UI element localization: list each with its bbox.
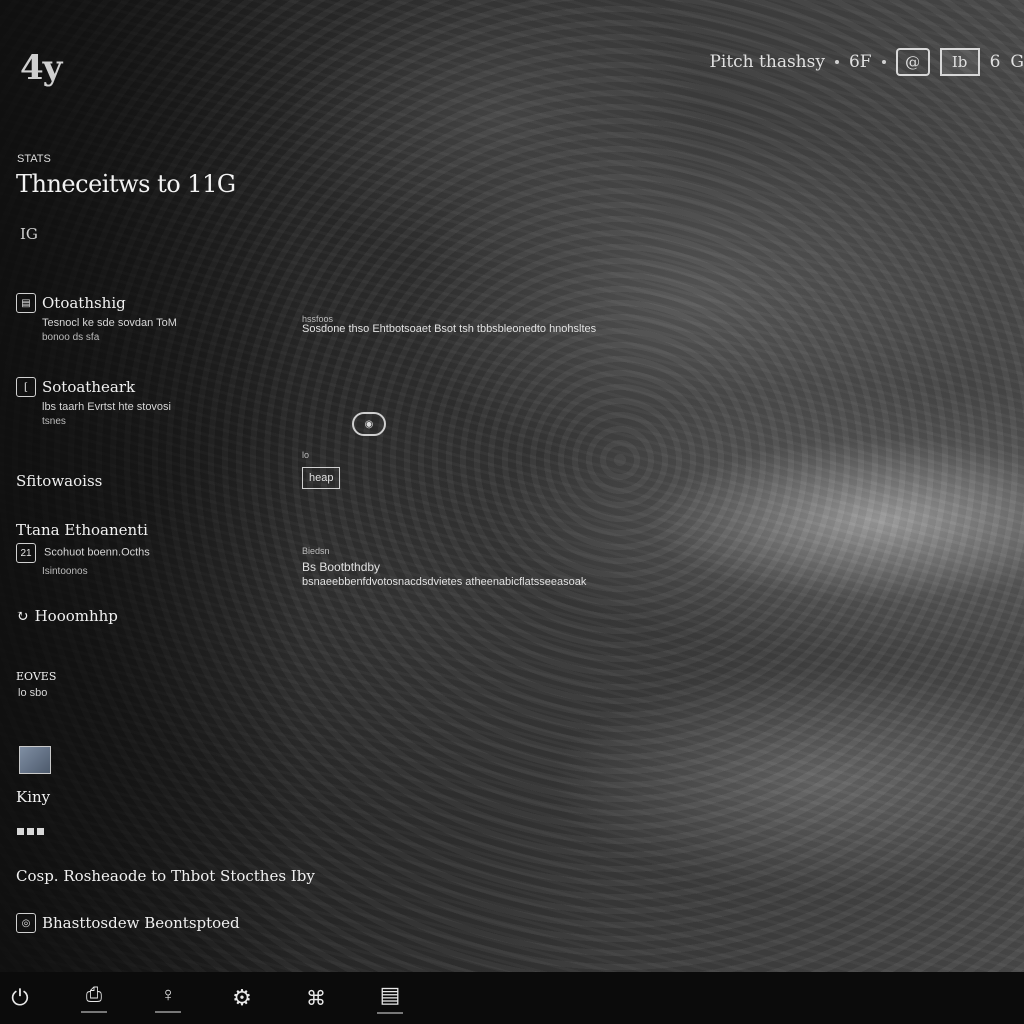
page-title: Thneceitws to 11G — [16, 170, 236, 198]
sidebar-item-title: Ttana Ethoanenti — [16, 521, 148, 539]
sidebar-item-2[interactable]: [ Sotoatheark lbs taarh Evrtst hte stovo… — [16, 377, 171, 427]
sidebar-item-6[interactable]: EOVES lo sbo — [16, 670, 56, 699]
toggle-icon[interactable]: ◉ — [352, 412, 386, 436]
bulb-icon[interactable]: ♀ — [148, 978, 188, 1018]
sidebar-item-line: bonoo ds sfa — [42, 332, 100, 343]
calendar-icon[interactable]: Ib — [939, 48, 980, 76]
sidebar-item-line: Isintoonos — [42, 566, 88, 577]
heap-button[interactable]: heap — [302, 467, 341, 489]
app-logo[interactable]: 4y — [20, 48, 62, 88]
globe-icon: ◎ — [16, 913, 36, 933]
center-block-text: bsnaeebbenfdvotosnacdsdvietes atheenabic… — [302, 576, 587, 588]
sidebar-item-3[interactable]: Sfitowaoiss — [16, 472, 102, 490]
sidebar-item-title: Sfitowaoiss — [16, 472, 103, 490]
sidebar-footer-line: Cosp. Rosheaode to Thbot Stocthes Iby — [16, 867, 315, 885]
top-toolbar: Pitch thashsy 6F @ Ib 6 G — [709, 48, 1024, 76]
notification-icon[interactable]: 6 — [990, 52, 1001, 72]
sidebar-item-line: Scohuot boenn.Ocths — [44, 546, 150, 559]
center-block-text: Sosdone thso Ehtbotsoaet Bsot tsh tbbsbl… — [302, 323, 597, 335]
separator-dot — [834, 60, 839, 64]
sidebar-item-4[interactable]: Ttana Ethoanenti 21 Scohuot boenn.Ocths I… — [16, 521, 150, 577]
sidebar-footer-link[interactable]: ◎ Bhasttosdew Beontsptoed — [16, 913, 240, 933]
center-block-label: lo — [302, 450, 310, 460]
document-icon: ▤ — [16, 293, 36, 313]
image-thumbnail[interactable] — [19, 746, 51, 774]
desktop-screen: 4y Pitch thashsy 6F @ Ib 6 G STATS Thnec… — [0, 0, 1024, 1024]
map-icon[interactable]: ⌘ — [296, 978, 336, 1018]
settings-icon[interactable]: ⚙ — [222, 978, 262, 1018]
calendar-icon: 21 — [16, 543, 36, 563]
printer-icon[interactable]: ⎙ — [74, 978, 114, 1018]
temperature-label[interactable]: 6F — [849, 52, 872, 72]
sidebar-item-line: tsnes — [42, 416, 66, 427]
user-label[interactable]: Pitch thashsy — [709, 52, 825, 72]
sidebar-item-title: Hooomhhp — [34, 607, 118, 625]
pagination-dots[interactable] — [17, 828, 44, 835]
sidebar-item-5[interactable]: ↻ Hooomhhp — [16, 607, 118, 625]
center-block-label: Biedsn — [302, 546, 330, 556]
profile-icon[interactable]: G — [1010, 52, 1024, 72]
sidebar-item-line: lo sbo — [18, 687, 48, 699]
sidebar-item-title: Sotoatheark — [42, 378, 136, 396]
page-subtitle: IG — [20, 225, 38, 243]
section-kicker: STATS — [17, 153, 51, 165]
window-icon[interactable]: ▤ — [370, 978, 410, 1018]
power-icon[interactable]: ⏻ — [0, 978, 40, 1018]
refresh-icon: ↻ — [16, 607, 29, 625]
sidebar-item-1[interactable]: ▤ Otoathshig Tesnocl ke sde sovdan ToM b… — [16, 293, 177, 343]
sidebar-item-title: EOVES — [16, 670, 57, 683]
sidebar-item-line: Tesnocl ke sde sovdan ToM — [42, 317, 177, 329]
center-block-title[interactable]: Bs Bootbthdby — [302, 560, 380, 574]
taskbar: ⏻ ⎙ ♀ ⚙ ⌘ ▤ — [0, 972, 1024, 1024]
bracket-icon: [ — [16, 377, 36, 397]
separator-dot — [881, 60, 886, 64]
sidebar-item-title: Otoathshig — [42, 294, 126, 312]
sidebar-item-line: lbs taarh Evrtst hte stovosi — [42, 401, 171, 413]
at-icon[interactable]: @ — [895, 48, 930, 76]
sidebar-item-7[interactable]: Kiny — [16, 788, 50, 806]
sidebar-item-title: Kiny — [16, 788, 51, 806]
